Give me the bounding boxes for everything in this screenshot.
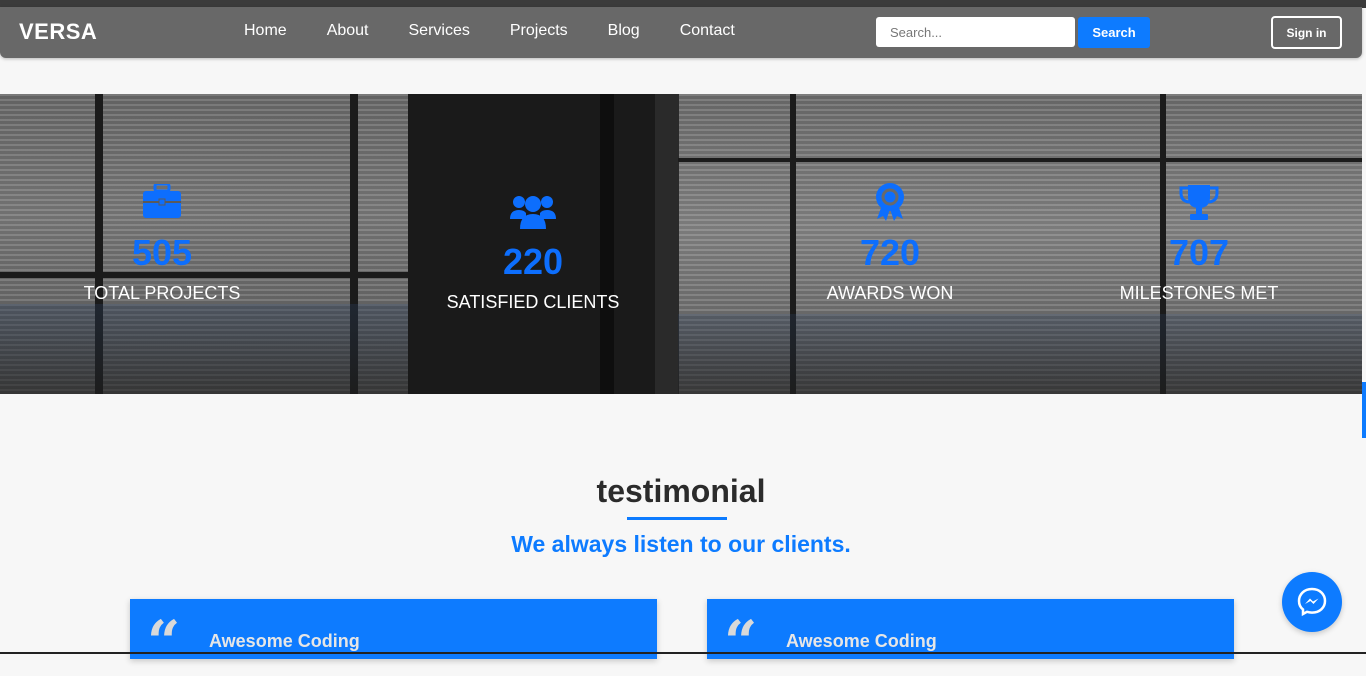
nav-link-blog[interactable]: Blog xyxy=(608,22,640,40)
card-title: Awesome Coding xyxy=(786,631,937,651)
nav-link-contact[interactable]: Contact xyxy=(680,22,735,40)
stat-number: 505 xyxy=(131,232,193,273)
stat-number: 720 xyxy=(859,232,921,273)
stat-total-projects: 505 TOTAL PROJECTS xyxy=(62,94,262,394)
nav-link-services[interactable]: Services xyxy=(409,22,470,40)
window-frame xyxy=(655,94,679,394)
stats-hero: 505 TOTAL PROJECTS 220 SATISFIED CLIENTS… xyxy=(0,94,1362,394)
stat-number: 707 xyxy=(1168,232,1230,273)
nav-link-home[interactable]: Home xyxy=(244,22,287,40)
stat-number: 220 xyxy=(502,241,564,282)
signin-button[interactable]: Sign in xyxy=(1271,16,1342,49)
quote-icon: “ xyxy=(724,608,758,676)
title-underline xyxy=(627,517,727,520)
stat-label: MILESTONES MET xyxy=(1119,283,1279,303)
messenger-icon xyxy=(1297,587,1327,617)
testimonial-subtitle: We always listen to our clients. xyxy=(511,531,851,557)
card-title: Awesome Coding xyxy=(209,631,360,651)
testimonial-title: testimonial xyxy=(596,473,766,509)
stat-label: AWARDS WON xyxy=(826,283,954,303)
stat-milestones-met: 707 MILESTONES MET xyxy=(1099,94,1299,394)
search-button[interactable]: Search xyxy=(1078,17,1150,48)
scrollbar-thumb[interactable] xyxy=(1362,382,1366,438)
navbar: VERSA Home About Services Projects Blog … xyxy=(0,7,1362,58)
testimonial-card: “ Awesome Coding xyxy=(130,599,657,671)
stat-awards-won: 720 AWARDS WON xyxy=(790,94,990,394)
brand-logo[interactable]: VERSA xyxy=(19,19,97,45)
stat-label: SATISFIED CLIENTS xyxy=(446,292,620,312)
users-icon xyxy=(510,196,556,229)
nav-link-projects[interactable]: Projects xyxy=(510,22,568,40)
stat-label: TOTAL PROJECTS xyxy=(83,283,241,303)
stat-satisfied-clients: 220 SATISFIED CLIENTS xyxy=(433,94,633,394)
nav-links: Home About Services Projects Blog Contac… xyxy=(244,22,775,40)
briefcase-icon xyxy=(143,184,181,218)
trophy-icon xyxy=(1179,185,1219,220)
messenger-chat-button[interactable] xyxy=(1282,572,1342,632)
testimonial-card: “ Awesome Coding xyxy=(707,599,1234,671)
search-input[interactable] xyxy=(876,17,1075,47)
quote-icon: “ xyxy=(147,608,181,676)
award-icon xyxy=(876,183,904,221)
nav-link-about[interactable]: About xyxy=(327,22,369,40)
